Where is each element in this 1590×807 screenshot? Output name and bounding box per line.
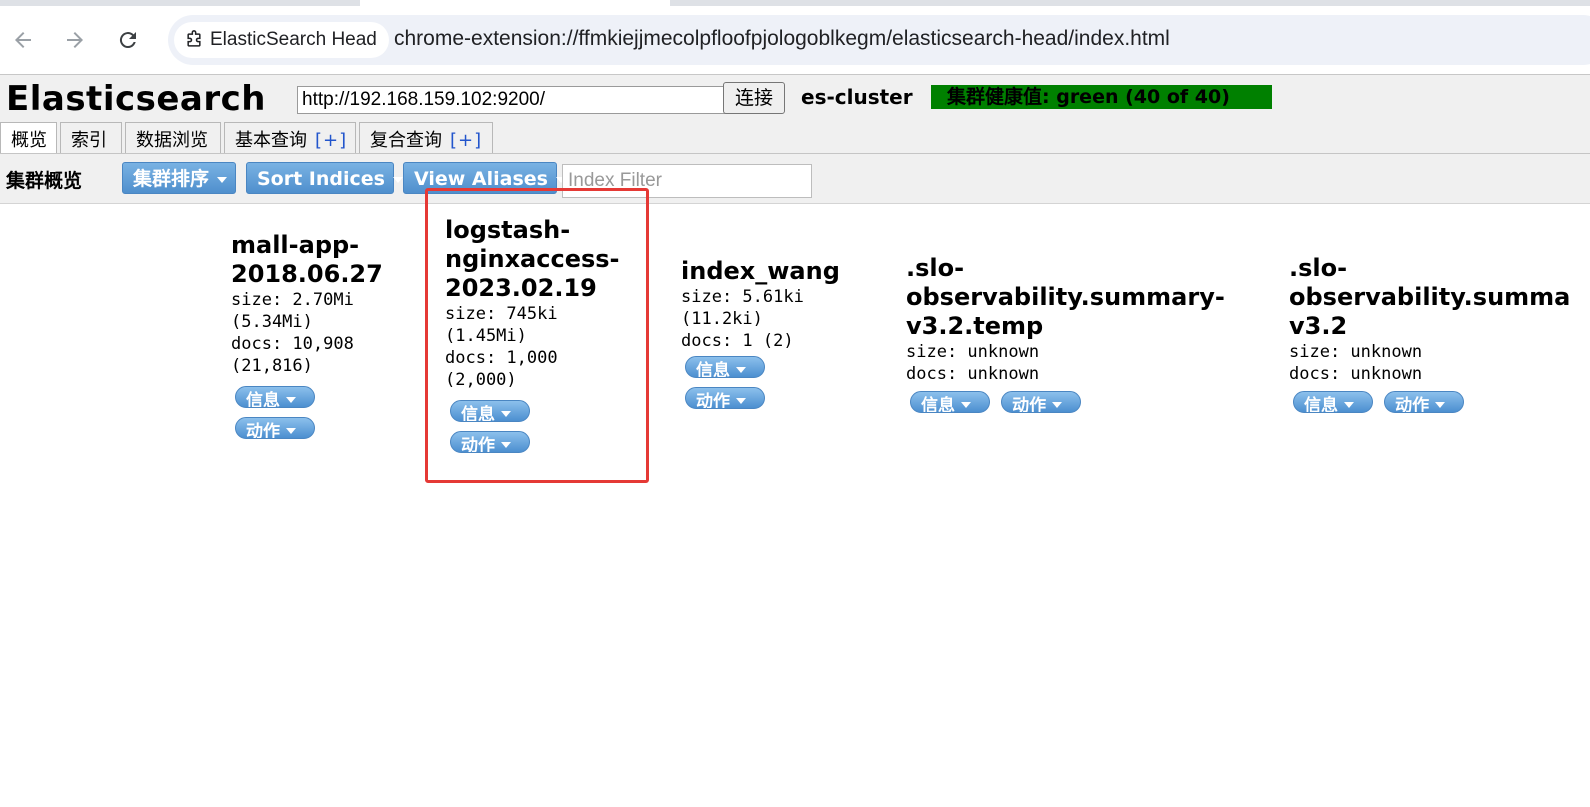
chevron-down-icon bbox=[392, 176, 403, 183]
chevron-down-icon bbox=[736, 367, 746, 373]
action-dropdown-button[interactable]: 动作 bbox=[235, 417, 315, 439]
extension-icon bbox=[187, 30, 201, 47]
tab-label: 基本查询 bbox=[235, 130, 307, 151]
overview-label: 集群概览 bbox=[6, 170, 83, 192]
info-label: 信息 bbox=[1304, 396, 1338, 413]
back-arrow-icon bbox=[15, 32, 31, 48]
tab-overview[interactable]: 概览 bbox=[0, 122, 57, 155]
info-dropdown-button[interactable]: 信息 bbox=[685, 356, 765, 378]
index-name: logstash- nginxaccess- 2023.02.19 bbox=[445, 216, 620, 302]
chevron-down-icon bbox=[286, 428, 296, 434]
action-label: 动作 bbox=[1012, 396, 1047, 413]
chevron-down-icon bbox=[1052, 402, 1063, 408]
tab-indices[interactable]: 索引 bbox=[60, 122, 122, 154]
chevron-down-icon bbox=[1344, 402, 1354, 408]
index-card: .slo- observability.summa v3.2 size: unk… bbox=[1289, 254, 1589, 417]
index-card: mall-app- 2018.06.27 size: 2.70Mi (5.34M… bbox=[231, 231, 411, 439]
app-header: Elasticsearch http://192.168.159.102:920… bbox=[0, 75, 1590, 155]
sort-indices-button[interactable]: Sort Indices bbox=[246, 162, 403, 194]
tab-compound-query[interactable]: 复合查询 [+] bbox=[359, 122, 493, 154]
index-stats: size: unknown docs: unknown bbox=[906, 342, 1040, 384]
tab-browser[interactable]: 数据浏览 bbox=[125, 122, 221, 154]
chevron-down-icon bbox=[501, 442, 511, 448]
action-dropdown-button[interactable]: 动作 bbox=[685, 387, 765, 409]
index-stats: size: 2.70Mi (5.34Mi) docs: 10,908 (21,8… bbox=[231, 290, 354, 376]
action-label: 动作 bbox=[461, 436, 495, 453]
site-info-chip[interactable]: ElasticSearch Head bbox=[174, 22, 389, 58]
url-text[interactable]: chrome-extension://ffmkiejjmecolpfloofpj… bbox=[394, 27, 1170, 51]
index-stats: size: 5.61ki (11.2ki) docs: 1 (2) bbox=[681, 287, 804, 351]
index-name: index_wang bbox=[681, 257, 840, 285]
action-label: 动作 bbox=[246, 422, 280, 439]
tab-label: 复合查询 bbox=[370, 130, 442, 151]
tab-basic-query[interactable]: 基本查询 [+] bbox=[224, 122, 356, 154]
cluster-health-badge: 集群健康值: green (40 of 40) bbox=[931, 85, 1272, 109]
info-label: 信息 bbox=[696, 361, 730, 378]
sort-cluster-label: 集群排序 bbox=[133, 168, 210, 190]
tab-label: 概览 bbox=[11, 130, 47, 151]
info-dropdown-button[interactable]: 信息 bbox=[450, 400, 530, 422]
connect-button[interactable]: 连接 bbox=[723, 82, 785, 114]
reload-icon bbox=[119, 32, 136, 49]
view-aliases-button[interactable]: View Aliases bbox=[403, 162, 566, 194]
forward-arrow-icon bbox=[67, 32, 83, 48]
info-label: 信息 bbox=[921, 396, 955, 413]
tab-label: 数据浏览 bbox=[136, 130, 208, 151]
overview-toolbar: 集群概览 集群排序 Sort Indices View Aliases Inde… bbox=[0, 153, 1590, 204]
chevron-down-icon bbox=[961, 402, 971, 408]
index-card: .slo- observability.summary- v3.2.temp s… bbox=[906, 254, 1266, 417]
info-dropdown-button[interactable]: 信息 bbox=[1293, 391, 1373, 413]
action-dropdown-button[interactable]: 动作 bbox=[1001, 391, 1082, 413]
chevron-down-icon bbox=[217, 176, 228, 183]
index-name: .slo- observability.summa v3.2 bbox=[1289, 254, 1571, 340]
index-name: mall-app- 2018.06.27 bbox=[231, 231, 383, 288]
browser-toolbar: ElasticSearch Head chrome-extension://ff… bbox=[0, 6, 1590, 74]
site-chip-label: ElasticSearch Head bbox=[210, 29, 377, 50]
info-label: 信息 bbox=[246, 391, 280, 408]
action-dropdown-button[interactable]: 动作 bbox=[1384, 391, 1465, 413]
action-label: 动作 bbox=[696, 392, 730, 409]
add-tab-plus[interactable]: [+] bbox=[315, 130, 347, 151]
action-dropdown-button[interactable]: 动作 bbox=[450, 431, 530, 453]
view-aliases-label: View Aliases bbox=[414, 168, 548, 190]
forward-button[interactable] bbox=[57, 22, 93, 58]
app-title: Elasticsearch bbox=[6, 79, 266, 119]
sort-indices-label: Sort Indices bbox=[257, 168, 385, 190]
index-stats: size: 745ki (1.45Mi) docs: 1,000 (2,000) bbox=[445, 304, 558, 390]
action-label: 动作 bbox=[1395, 396, 1430, 413]
cluster-name: es-cluster bbox=[801, 85, 913, 109]
chevron-down-icon bbox=[286, 397, 296, 403]
info-dropdown-button[interactable]: 信息 bbox=[910, 391, 990, 413]
index-card: logstash- nginxaccess- 2023.02.19 size: … bbox=[445, 216, 645, 453]
index-filter-input[interactable]: Index Filter bbox=[562, 164, 812, 198]
index-stats: size: unknown docs: unknown bbox=[1289, 342, 1423, 384]
reload-button[interactable] bbox=[110, 22, 146, 58]
chevron-down-icon bbox=[736, 398, 746, 404]
add-tab-plus[interactable]: [+] bbox=[450, 130, 482, 151]
info-label: 信息 bbox=[461, 405, 495, 422]
address-bar[interactable]: ElasticSearch Head chrome-extension://ff… bbox=[168, 15, 1590, 65]
info-dropdown-button[interactable]: 信息 bbox=[235, 386, 315, 408]
chevron-down-icon bbox=[1435, 402, 1446, 408]
tab-label: 索引 bbox=[71, 130, 107, 151]
chevron-down-icon bbox=[501, 411, 511, 417]
back-button[interactable] bbox=[5, 22, 41, 58]
connection-url-input[interactable]: http://192.168.159.102:9200/ bbox=[297, 86, 727, 114]
index-name: .slo- observability.summary- v3.2.temp bbox=[906, 254, 1225, 340]
sort-cluster-button[interactable]: 集群排序 bbox=[122, 162, 236, 194]
index-card: index_wang size: 5.61ki (11.2ki) docs: 1… bbox=[681, 257, 881, 409]
